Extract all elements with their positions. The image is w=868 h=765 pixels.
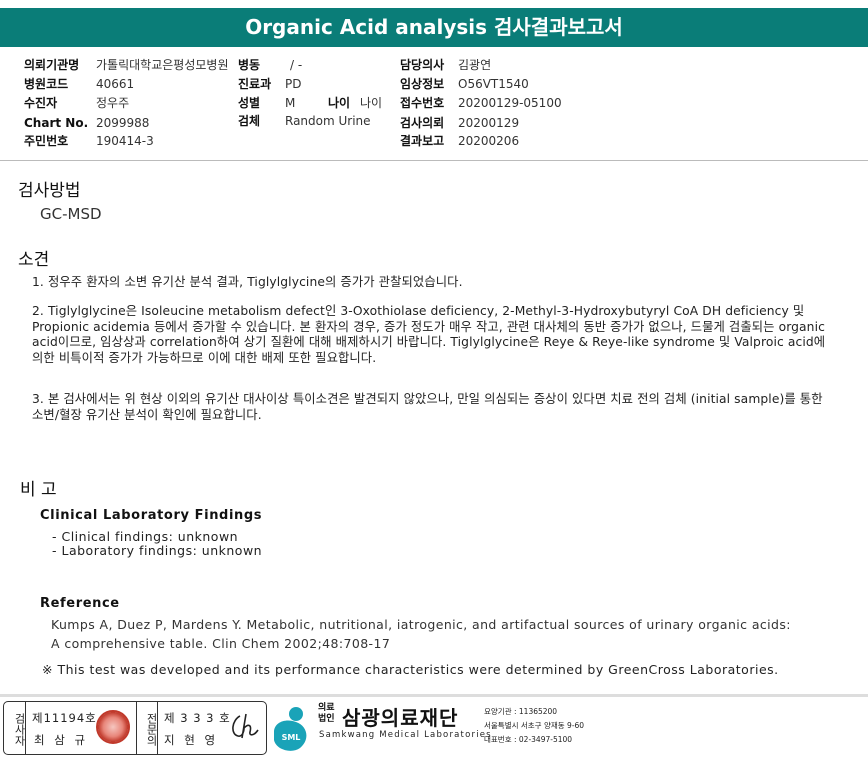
- patient-label: 수진자: [24, 96, 58, 110]
- clinical-info-label: 임상정보: [400, 77, 445, 91]
- report-date-label: 결과보고: [400, 134, 445, 148]
- method-title: 검사방법: [18, 181, 81, 201]
- inspector-license: 제11194호: [32, 711, 97, 725]
- report-date-value: 20200206: [458, 134, 520, 148]
- sml-logo-icon: SML: [274, 707, 307, 751]
- org-phone: 대표번호 : 02-3497-5100: [484, 735, 573, 744]
- org-prefix: 의료 법인: [318, 703, 335, 725]
- doctor-value: 김광연: [458, 58, 492, 72]
- performance-note: ※ This test was developed and its perfor…: [42, 662, 779, 677]
- findings-title: 소견: [18, 250, 50, 270]
- age-value: 나이: [360, 96, 383, 110]
- reference-title: Reference: [40, 596, 120, 611]
- department-value: PD: [285, 77, 302, 91]
- reference-line-2: A comprehensive table. Clin Chem 2002;48…: [51, 636, 391, 651]
- inspector-label: 검사자: [4, 702, 26, 754]
- signature-box: 검사자 제11194호 최 삼 규 전문의 제 3 3 3 호 지 현 영: [3, 701, 267, 755]
- hospital-code-value: 40661: [96, 77, 135, 91]
- request-date-value: 20200129: [458, 116, 520, 130]
- hospital-code-label: 병원코드: [24, 77, 69, 91]
- method-value: GC-MSD: [40, 205, 102, 223]
- institution-label: 의뢰기관명: [24, 58, 80, 72]
- org-address: 서울특별시 서초구 양재동 9-60: [484, 721, 585, 730]
- age-label: 나이: [328, 96, 351, 110]
- reviewer-name: 지 현 영: [164, 733, 219, 747]
- org-prefix-2: 법인: [318, 714, 335, 724]
- patient-info-grid: 의뢰기관명 가톨릭대학교은평성모병원 병원코드 40661 수진자 정우주 Ch…: [0, 52, 868, 160]
- official-seal: [96, 710, 130, 744]
- resident-no-label: 주민번호: [24, 134, 69, 148]
- reference-line-1: Kumps A, Duez P, Mardens Y. Metabolic, n…: [51, 617, 791, 632]
- laboratory-findings-item: - Laboratory findings: unknown: [52, 543, 263, 558]
- inspector-name: 최 삼 규: [34, 733, 89, 747]
- finding-item-1: 1. 정우주 환자의 소변 유기산 분석 결과, Tiglylglycine의 …: [32, 275, 463, 289]
- clinical-findings-title: Clinical Laboratory Findings: [40, 508, 263, 523]
- specimen-label: 검체: [238, 114, 261, 128]
- reviewer-license: 제 3 3 3 호: [164, 711, 231, 725]
- logo-text: SML: [282, 733, 301, 742]
- org-name: 삼광의료재단: [342, 706, 459, 730]
- receipt-no-value: 20200129-05100: [458, 96, 562, 110]
- clinical-findings-item: - Clinical findings: unknown: [52, 529, 239, 544]
- ward-value: / -: [290, 58, 303, 72]
- finding-item-2: 2. Tiglylglycine은 Isoleucine metabolism …: [32, 304, 826, 365]
- patient-value: 정우주: [96, 96, 130, 110]
- info-divider: [0, 160, 868, 161]
- org-prefix-1: 의료: [318, 703, 335, 713]
- request-date-label: 검사의뢰: [400, 116, 445, 130]
- institution-number: 요양기관 : 11365200: [484, 707, 558, 716]
- signature: [232, 713, 259, 739]
- ward-label: 병동: [238, 58, 261, 72]
- chart-no-label: Chart No.: [24, 116, 89, 130]
- clinical-info-value: O56VT1540: [458, 77, 529, 91]
- resident-no-value: 190414-3: [96, 134, 154, 148]
- sex-label: 성별: [238, 96, 261, 110]
- specimen-value: Random Urine: [285, 114, 371, 128]
- report-title: Organic Acid analysis 검사결과보고서: [0, 8, 868, 47]
- remarks-title: 비 고: [20, 480, 57, 500]
- institution-value: 가톨릭대학교은평성모병원: [96, 58, 229, 72]
- sex-value: M: [285, 96, 296, 110]
- reviewer-label: 전문의: [136, 702, 158, 754]
- footer-divider: [0, 694, 868, 697]
- chart-no-value: 2099988: [96, 116, 150, 130]
- finding-item-3: 3. 본 검사에서는 위 현상 이외의 유기산 대사이상 특이소견은 발견되지 …: [32, 392, 823, 422]
- receipt-no-label: 접수번호: [400, 96, 445, 110]
- department-label: 진료과: [238, 77, 272, 91]
- org-english-name: Samkwang Medical Laboratories: [319, 730, 492, 740]
- doctor-label: 담당의사: [400, 58, 445, 72]
